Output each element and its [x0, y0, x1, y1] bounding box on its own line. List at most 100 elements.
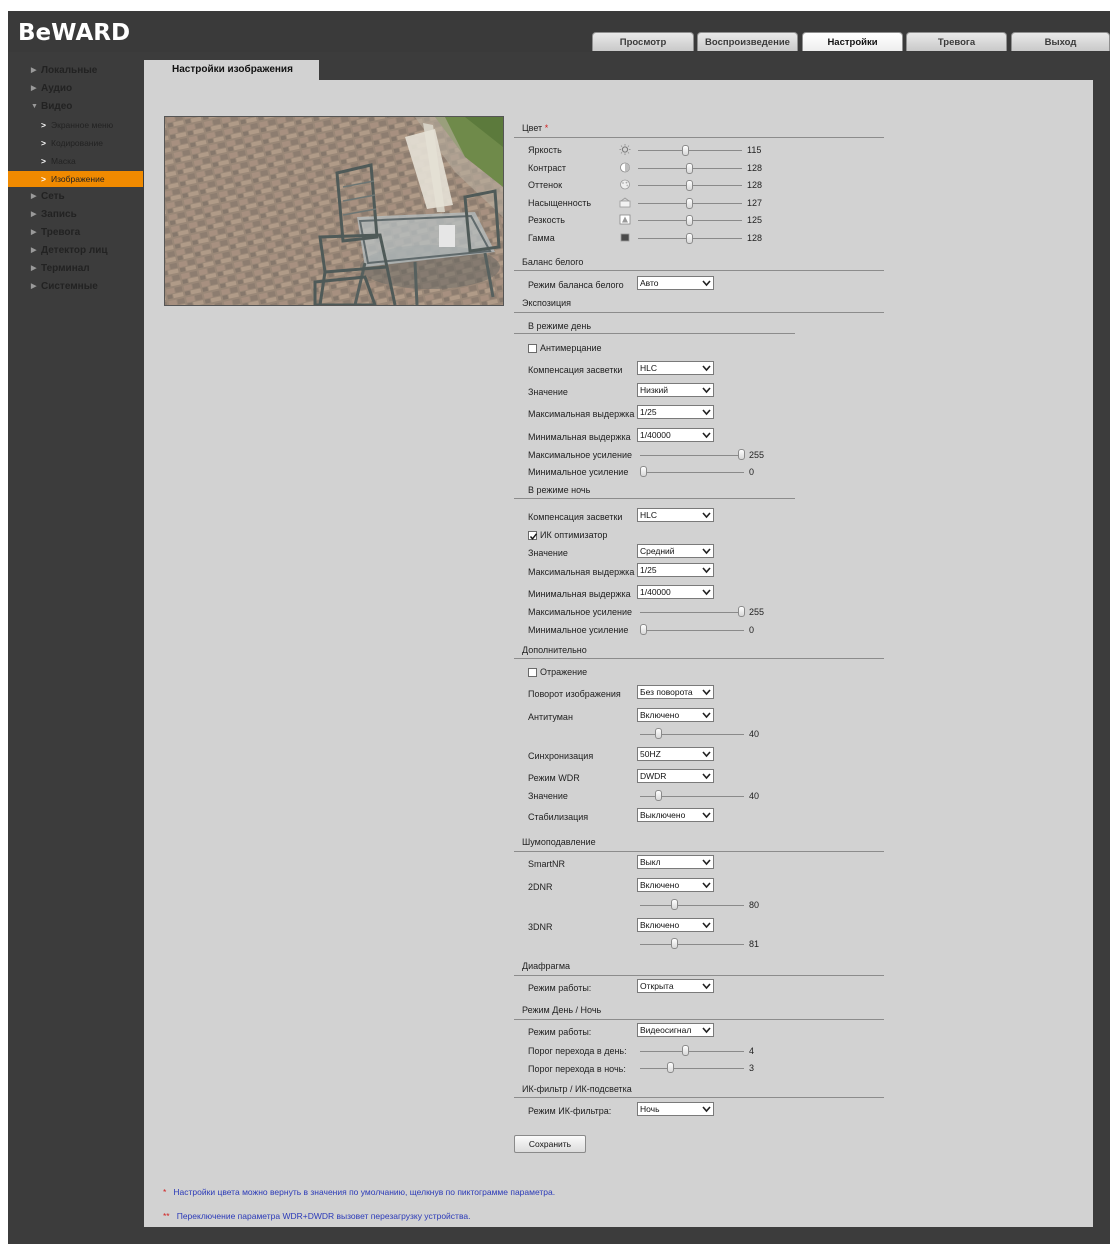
day-threshold-slider-track[interactable] — [640, 1051, 744, 1052]
defog-slider-handle[interactable] — [655, 728, 662, 739]
sidebar-item-video[interactable]: ▼ Видео — [8, 99, 143, 115]
night-min-shutter-select[interactable]: 1/40000 — [637, 585, 714, 599]
daynight-mode-label: Режим работы: — [528, 1027, 592, 1037]
sharpness-slider-handle[interactable] — [686, 215, 693, 226]
saturation-slider-handle[interactable] — [686, 198, 693, 209]
day-value-select[interactable]: Низкий — [637, 383, 714, 397]
2dnr-slider-handle[interactable] — [671, 899, 678, 910]
3dnr-select[interactable]: Включено — [637, 918, 714, 932]
gamma-label: Гамма — [528, 233, 555, 243]
tab-settings[interactable]: Настройки — [802, 32, 903, 51]
gamma-icon[interactable] — [619, 232, 631, 243]
chevron-down-icon — [702, 387, 711, 394]
day-min-gain-slider-handle[interactable] — [640, 466, 647, 477]
sidebar-item-network[interactable]: ▶ Сеть — [8, 189, 143, 205]
save-button[interactable]: Сохранить — [514, 1135, 586, 1153]
night-threshold-slider-handle[interactable] — [667, 1062, 674, 1073]
stabilization-select[interactable]: Выключено — [637, 808, 714, 822]
2dnr-label: 2DNR — [528, 882, 553, 892]
sidebar-item-alarm[interactable]: ▶ Тревога — [8, 225, 143, 241]
day-max-gain-value: 255 — [749, 450, 765, 460]
sidebar-item-audio[interactable]: ▶ Аудио — [8, 81, 143, 97]
day-min-shutter-select[interactable]: 1/40000 — [637, 428, 714, 442]
sharpness-icon[interactable] — [619, 214, 631, 225]
wdr-mode-label: Режим WDR — [528, 773, 580, 783]
sidebar-sub-image[interactable]: > Изображение — [8, 171, 143, 187]
ircut-mode-select[interactable]: Ночь — [637, 1102, 714, 1116]
sidebar-item-local[interactable]: ▶ Локальные — [8, 63, 143, 79]
chevron-down-icon — [702, 365, 711, 372]
sun-icon[interactable] — [619, 144, 631, 155]
night-min-shutter-label: Минимальная выдержка — [528, 589, 631, 599]
brightness-slider-handle[interactable] — [682, 145, 689, 156]
saturation-label: Насыщенность — [528, 198, 592, 208]
hue-slider-handle[interactable] — [686, 180, 693, 191]
smartnr-select[interactable]: Выкл — [637, 855, 714, 869]
page-title: Настройки изображения — [144, 60, 319, 80]
sidebar-item-system[interactable]: ▶ Системные — [8, 279, 143, 295]
day-max-gain-slider-track[interactable] — [640, 455, 744, 456]
collapsed-arrow-icon: ▶ — [31, 283, 37, 290]
rotate-select[interactable]: Без поворота — [637, 685, 714, 699]
saturation-icon[interactable] — [619, 197, 631, 208]
chevron-down-icon — [702, 773, 711, 780]
chevron-down-icon — [702, 548, 711, 555]
day-backlight-select[interactable]: HLC — [637, 361, 714, 375]
wdr-mode-select[interactable]: DWDR — [637, 769, 714, 783]
wdr-level-label: Значение — [528, 791, 568, 801]
sidebar-item-face-detector[interactable]: ▶ Детектор лиц — [8, 243, 143, 259]
gamma-slider-handle[interactable] — [686, 233, 693, 244]
day-threshold-slider-handle[interactable] — [682, 1045, 689, 1056]
sidebar-sub-encoding[interactable]: > Кодирование — [8, 135, 143, 151]
sidebar-sub-osd[interactable]: > Экранное меню — [8, 117, 143, 133]
wb-mode-select[interactable]: Авто — [637, 276, 714, 290]
sync-select[interactable]: 50HZ — [637, 747, 714, 761]
night-value-select[interactable]: Средний — [637, 544, 714, 558]
chevron-right-icon: > — [41, 120, 46, 130]
ir-optimizer-checkbox[interactable] — [528, 531, 538, 540]
night-max-shutter-select[interactable]: 1/25 — [637, 563, 714, 577]
day-max-shutter-select[interactable]: 1/25 — [637, 405, 714, 419]
day-max-gain-slider-handle[interactable] — [738, 449, 745, 460]
tab-logout[interactable]: Выход — [1011, 32, 1110, 51]
mirror-checkbox[interactable] — [528, 668, 537, 677]
contrast-icon[interactable] — [619, 162, 631, 173]
night-backlight-select[interactable]: HLC — [637, 508, 714, 522]
gamma-value: 128 — [747, 233, 763, 243]
divider — [514, 658, 884, 659]
palette-icon[interactable] — [619, 179, 631, 190]
divider — [514, 137, 884, 138]
sidebar-item-record[interactable]: ▶ Запись — [8, 207, 143, 223]
chevron-down-icon — [702, 983, 711, 990]
section-wb-title: Баланс белого — [522, 257, 584, 267]
chevron-down-icon — [702, 689, 711, 696]
iris-mode-select[interactable]: Открыта — [637, 979, 714, 993]
night-max-gain-slider-track[interactable] — [640, 612, 744, 613]
tab-alarm[interactable]: Тревога — [906, 32, 1007, 51]
2dnr-slider-track[interactable] — [640, 905, 744, 906]
divider — [514, 851, 884, 852]
2dnr-select[interactable]: Включено — [637, 878, 714, 892]
camera-preview — [164, 116, 504, 306]
section-iris-title: Диафрагма — [522, 961, 571, 971]
daynight-mode-select[interactable]: Видеосигнал — [637, 1023, 714, 1037]
tab-playback[interactable]: Воспроизведение — [697, 32, 798, 51]
night-max-gain-slider-handle[interactable] — [738, 606, 745, 617]
smartnr-label: SmartNR — [528, 859, 566, 869]
3dnr-slider-handle[interactable] — [671, 938, 678, 949]
tab-view[interactable]: Просмотр — [592, 32, 694, 51]
night-threshold-slider-track[interactable] — [640, 1068, 744, 1069]
antiflicker-checkbox[interactable] — [528, 344, 537, 353]
3dnr-slider-track[interactable] — [640, 944, 744, 945]
contrast-slider-handle[interactable] — [686, 163, 693, 174]
night-min-gain-slider-handle[interactable] — [640, 624, 647, 635]
sidebar-sub-mask[interactable]: > Маска — [8, 153, 143, 169]
sidebar-item-terminal[interactable]: ▶ Терминал — [8, 261, 143, 277]
chevron-down-icon — [702, 1027, 711, 1034]
defog-select[interactable]: Включено — [637, 708, 714, 722]
day-min-gain-slider-track[interactable] — [640, 472, 744, 473]
divider — [514, 1097, 884, 1098]
wdr-level-slider-handle[interactable] — [655, 790, 662, 801]
brightness-slider-track[interactable] — [638, 150, 742, 151]
night-min-gain-slider-track[interactable] — [640, 630, 744, 631]
